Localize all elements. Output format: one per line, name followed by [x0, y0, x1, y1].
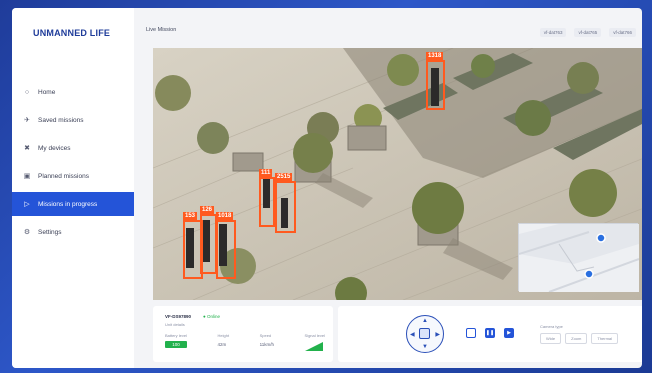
- arrow-right-icon[interactable]: ▶: [435, 331, 440, 338]
- stat-label: Speed: [259, 333, 272, 338]
- page-title: Live Mission: [146, 27, 177, 33]
- battery-value: 100: [165, 341, 188, 348]
- app-logo: UNMANNED LIFE: [33, 28, 111, 38]
- detection-box[interactable]: 2515: [275, 173, 296, 233]
- sidebar-item-home[interactable]: ○ Home: [12, 80, 134, 104]
- sidebar-item-missions-in-progress[interactable]: ▷ Missions in progress: [12, 192, 134, 216]
- map-graphic: [518, 224, 640, 293]
- play-icon: ▷: [24, 201, 30, 208]
- header-button-1[interactable]: vf-dat763: [539, 28, 567, 37]
- camera-option-wide[interactable]: Wide: [540, 333, 562, 344]
- detection-box[interactable]: 1318: [426, 52, 445, 110]
- device-info-panel: VF-DS97890 ● Online Unit details Battery…: [153, 306, 333, 362]
- arrow-up-icon[interactable]: ▲: [422, 318, 428, 324]
- sidebar-item-label: My devices: [38, 144, 71, 152]
- live-video-feed[interactable]: 1318 111 2515 153 126 1018: [153, 48, 642, 300]
- camera-option-zoom[interactable]: Zoom: [565, 333, 588, 344]
- camera-option-thermal[interactable]: Thermal: [591, 333, 619, 344]
- detection-box[interactable]: 1018: [216, 212, 236, 279]
- detection-label: 111: [259, 169, 273, 177]
- pause-button[interactable]: ❚❚: [485, 328, 495, 338]
- detection-box[interactable]: 126: [200, 206, 217, 274]
- mini-map[interactable]: [518, 223, 640, 293]
- calendar-icon: ▣: [23, 173, 31, 180]
- camera-type-options: Wide Zoom Thermal: [540, 333, 619, 344]
- stat-label: Battery level: [165, 333, 188, 338]
- sidebar: UNMANNED LIFE ○ Home ✈ Saved missions ✖ …: [12, 8, 134, 368]
- status-text: Online: [206, 314, 220, 319]
- main-content: Live Mission vf-dat763 vf-dat765 vf-dat7…: [140, 8, 642, 368]
- sidebar-item-label: Missions in progress: [38, 200, 98, 208]
- detection-label: 126: [200, 206, 215, 214]
- stat-battery: Battery level 100: [165, 333, 188, 356]
- detection-label: 1318: [426, 52, 444, 60]
- arrow-down-icon[interactable]: ▼: [422, 344, 428, 350]
- sidebar-item-my-devices[interactable]: ✖ My devices: [12, 136, 134, 160]
- status-online: ● Online: [203, 314, 220, 319]
- header-button-2[interactable]: vf-dat765: [574, 28, 602, 37]
- detection-label: 2515: [275, 173, 293, 181]
- sidebar-item-label: Settings: [38, 228, 62, 236]
- detection-label: 153: [183, 212, 198, 220]
- app-window: UNMANNED LIFE ○ Home ✈ Saved missions ✖ …: [12, 8, 642, 368]
- devices-icon: ✖: [24, 145, 30, 152]
- header-actions: vf-dat763 vf-dat765 vf-dat766: [539, 28, 636, 37]
- device-subtitle: Unit details: [165, 322, 185, 327]
- camera-type-label: Camera type: [540, 324, 563, 329]
- center-button[interactable]: [419, 328, 430, 339]
- direction-pad[interactable]: ▲ ▼ ◀ ▶: [406, 315, 444, 353]
- arrow-left-icon[interactable]: ◀: [410, 331, 415, 338]
- play-button[interactable]: ▶: [504, 328, 514, 338]
- stat-speed: Speed 11km/h: [260, 333, 274, 356]
- speed-value: 11km/h: [259, 342, 275, 347]
- sidebar-item-planned-missions[interactable]: ▣ Planned missions: [12, 164, 134, 188]
- device-stats: Battery level 100 Height 42m Speed 11km/…: [165, 333, 325, 356]
- sidebar-item-label: Planned missions: [38, 172, 89, 180]
- signal-icon: [304, 342, 323, 351]
- stat-label: Height: [217, 333, 230, 338]
- sidebar-nav: ○ Home ✈ Saved missions ✖ My devices ▣ P…: [12, 80, 134, 248]
- sidebar-item-label: Home: [38, 88, 56, 96]
- detection-box[interactable]: 111: [259, 169, 275, 227]
- height-value: 42m: [217, 342, 227, 347]
- drone-control-panel: ▲ ▼ ◀ ▶ ❚❚ ▶ Camera type Wide Zoom Therm…: [338, 306, 642, 362]
- home-icon: ○: [24, 88, 30, 96]
- stat-height: Height 42m: [218, 333, 230, 356]
- device-id: VF-DS97890: [165, 314, 192, 319]
- sidebar-item-settings[interactable]: ⚙ Settings: [12, 220, 134, 244]
- sidebar-item-label: Saved missions: [38, 116, 84, 124]
- gear-icon: ⚙: [23, 229, 31, 236]
- header-button-3[interactable]: vf-dat766: [609, 28, 636, 37]
- record-button[interactable]: [466, 328, 476, 338]
- drone-icon: ✈: [24, 117, 30, 124]
- stat-label: Signal level: [304, 333, 325, 338]
- sidebar-item-saved-missions[interactable]: ✈ Saved missions: [12, 108, 134, 132]
- detection-label: 1018: [216, 212, 234, 220]
- stat-signal: Signal level: [304, 333, 325, 356]
